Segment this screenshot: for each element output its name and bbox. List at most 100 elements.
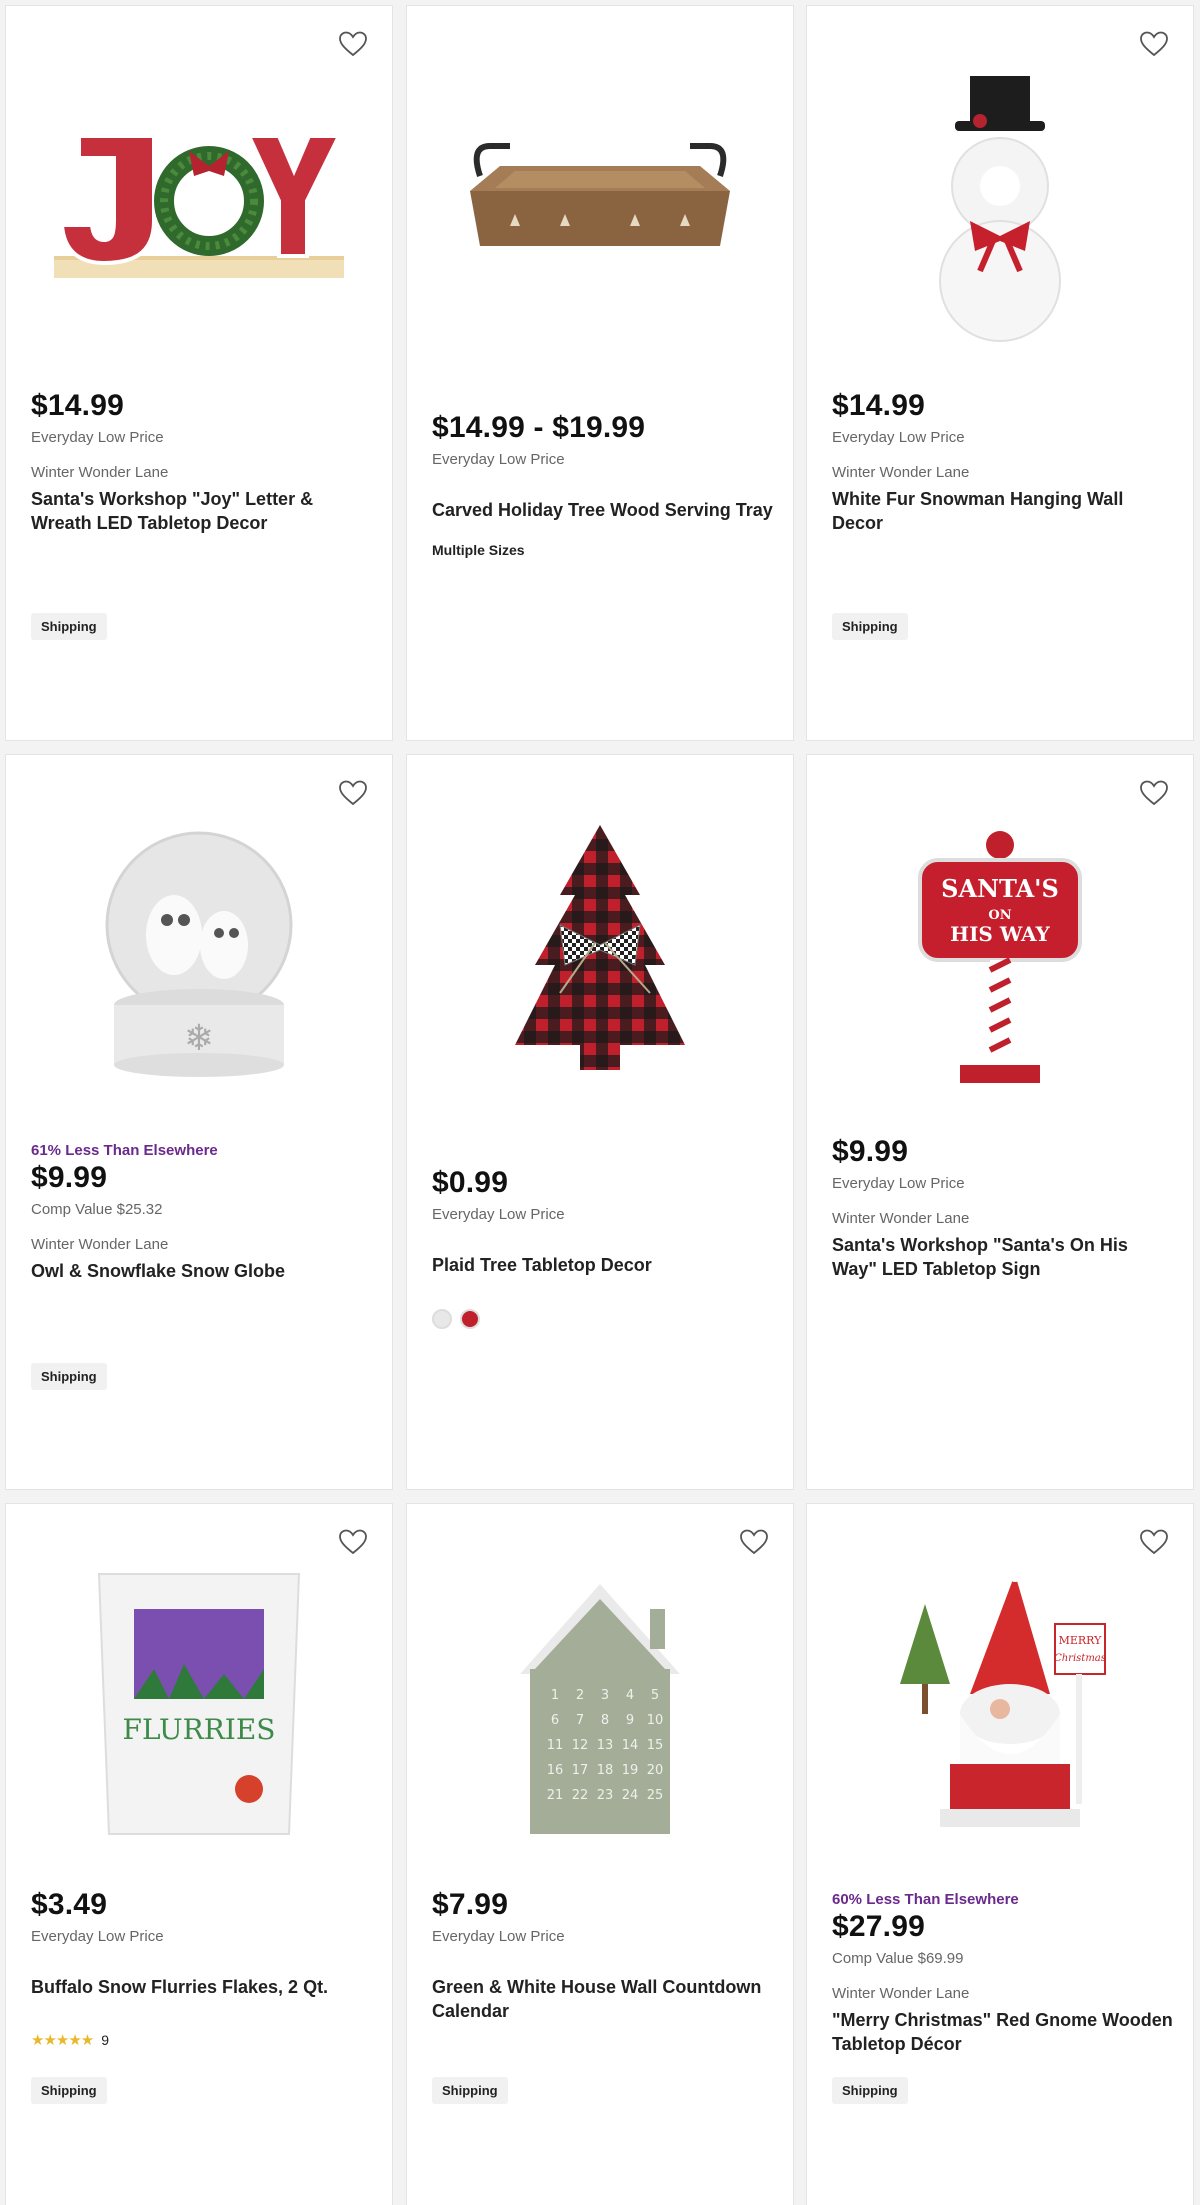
product-brand: Winter Wonder Lane xyxy=(31,464,169,481)
price-label: Everyday Low Price xyxy=(832,429,965,446)
gnome-sign-text: Christmas xyxy=(1054,1653,1106,1664)
gnome-image[interactable]: MERRY Christmas xyxy=(827,1554,1173,1854)
sign-text: ON xyxy=(988,908,1011,923)
product-card[interactable]: 12345 6 7 8 9 10 11 12 13 14 15 16 17 18 19 20 21 22 2… xyxy=(406,1503,794,2205)
product-price: $9.99 xyxy=(31,1161,108,1194)
svg-text:12: 12 xyxy=(572,1738,589,1753)
product-card[interactable]: MERRY Christmas 60% Less Than Elsewhere … xyxy=(806,1503,1194,2205)
svg-text:17: 17 xyxy=(572,1763,589,1778)
svg-text:21: 21 xyxy=(547,1788,564,1803)
product-card[interactable]: SANTA'S ON HIS WAY $9.99 Everyday Low Pr… xyxy=(806,754,1194,1490)
product-card[interactable]: $14.99 - $19.99 Everyday Low Price Carve… xyxy=(406,5,794,741)
product-grid: $14.99 Everyday Low Price Winter Wonder … xyxy=(0,0,1200,2205)
shipping-badge: Shipping xyxy=(432,2077,508,2104)
svg-text:23: 23 xyxy=(597,1788,614,1803)
product-title[interactable]: "Merry Christmas" Red Gnome Wooden Table… xyxy=(832,2008,1173,2056)
price-label: Everyday Low Price xyxy=(432,451,565,468)
svg-text:11: 11 xyxy=(547,1738,564,1753)
svg-text:❄: ❄ xyxy=(184,1018,214,1059)
comp-value-label: Comp Value $69.99 xyxy=(832,1950,964,1967)
rating[interactable]: ★★★★★ 9 xyxy=(31,2031,372,2049)
product-price: $9.99 xyxy=(832,1135,909,1168)
product-title[interactable]: Buffalo Snow Flurries Flakes, 2 Qt. xyxy=(31,1975,372,1999)
santa-sign-image[interactable]: SANTA'S ON HIS WAY xyxy=(827,805,1173,1105)
heart-icon[interactable] xyxy=(1139,779,1169,807)
product-card[interactable]: $14.99 Everyday Low Price Winter Wonder … xyxy=(806,5,1194,741)
svg-text:13: 13 xyxy=(597,1738,614,1753)
svg-text:1: 1 xyxy=(551,1688,559,1703)
price-label: Everyday Low Price xyxy=(432,1206,565,1223)
product-title[interactable]: Santa's Workshop "Joy" Letter & Wreath L… xyxy=(31,487,372,535)
snowman-wreath-image[interactable] xyxy=(827,56,1173,356)
multiple-sizes-label: Multiple Sizes xyxy=(432,542,525,558)
product-title[interactable]: Carved Holiday Tree Wood Serving Tray xyxy=(432,498,773,522)
product-card[interactable]: $14.99 Everyday Low Price Winter Wonder … xyxy=(5,5,393,741)
product-price: $7.99 xyxy=(432,1888,509,1921)
product-price: $14.99 - $19.99 xyxy=(432,411,646,444)
product-price: $14.99 xyxy=(31,389,124,422)
product-info: $14.99 Everyday Low Price Winter Wonder … xyxy=(832,389,1173,535)
product-price: $27.99 xyxy=(832,1910,925,1943)
svg-text:4: 4 xyxy=(626,1688,634,1703)
product-brand: Winter Wonder Lane xyxy=(832,464,970,481)
svg-text:24: 24 xyxy=(622,1788,639,1803)
svg-text:3: 3 xyxy=(601,1688,609,1703)
svg-text:18: 18 xyxy=(597,1763,614,1778)
snow-globe-image[interactable]: ❄ xyxy=(26,805,372,1105)
heart-icon[interactable] xyxy=(1139,30,1169,58)
svg-text:15: 15 xyxy=(647,1738,664,1753)
product-info: $0.99 Everyday Low Price Plaid Tree Tabl… xyxy=(432,1166,773,1329)
product-info: $14.99 Everyday Low Price Winter Wonder … xyxy=(31,389,372,535)
snow-bag-image[interactable]: FLURRIES xyxy=(26,1554,372,1854)
comp-value-label: Comp Value $25.32 xyxy=(31,1201,163,1218)
advent-house-image[interactable]: 12345 6 7 8 9 10 11 12 13 14 15 16 17 18 19 20 21 22 2… xyxy=(427,1554,773,1854)
product-price: $3.49 xyxy=(31,1888,108,1921)
heart-icon[interactable] xyxy=(338,1528,368,1556)
product-card[interactable]: $0.99 Everyday Low Price Plaid Tree Tabl… xyxy=(406,754,794,1490)
product-info: 60% Less Than Elsewhere $27.99 Comp Valu… xyxy=(832,1891,1173,2056)
product-title[interactable]: Plaid Tree Tabletop Decor xyxy=(432,1253,773,1277)
svg-text:20: 20 xyxy=(647,1763,664,1778)
product-title[interactable]: Green & White House Wall Countdown Calen… xyxy=(432,1975,773,2023)
product-card[interactable]: FLURRIES $3.49 Everyday Low Price Buffal… xyxy=(5,1503,393,2205)
shipping-badge: Shipping xyxy=(31,2077,107,2104)
svg-text:9: 9 xyxy=(626,1713,634,1728)
promo-label: 61% Less Than Elsewhere xyxy=(31,1142,218,1159)
heart-icon[interactable] xyxy=(338,779,368,807)
svg-text:8: 8 xyxy=(601,1713,609,1728)
svg-text:22: 22 xyxy=(572,1788,589,1803)
svg-text:16: 16 xyxy=(547,1763,564,1778)
svg-text:10: 10 xyxy=(647,1713,664,1728)
product-info: 61% Less Than Elsewhere $9.99 Comp Value… xyxy=(31,1142,372,1283)
sign-text: HIS WAY xyxy=(950,922,1050,946)
product-title[interactable]: Santa's Workshop "Santa's On His Way" LE… xyxy=(832,1233,1173,1281)
plaid-tree-image[interactable] xyxy=(427,805,773,1105)
heart-icon[interactable] xyxy=(1139,1528,1169,1556)
shipping-badge: Shipping xyxy=(832,613,908,640)
heart-icon[interactable] xyxy=(739,1528,769,1556)
svg-text:2: 2 xyxy=(576,1688,584,1703)
product-price: $0.99 xyxy=(432,1166,509,1199)
price-label: Everyday Low Price xyxy=(432,1928,565,1945)
product-card[interactable]: ❄ 61% Less Than Elsewhere $9.99 Comp Val… xyxy=(5,754,393,1490)
product-title[interactable]: Owl & Snowflake Snow Globe xyxy=(31,1259,372,1283)
product-brand: Winter Wonder Lane xyxy=(31,1236,169,1253)
svg-text:19: 19 xyxy=(622,1763,639,1778)
star-rating-icon: ★★★★★ xyxy=(31,2032,94,2049)
price-label: Everyday Low Price xyxy=(31,1928,164,1945)
joy-sign-image[interactable] xyxy=(26,56,372,356)
heart-icon[interactable] xyxy=(338,30,368,58)
product-price: $14.99 xyxy=(832,389,925,422)
product-title[interactable]: White Fur Snowman Hanging Wall Decor xyxy=(832,487,1173,535)
svg-text:5: 5 xyxy=(651,1688,659,1703)
swatch-white[interactable] xyxy=(432,1309,452,1329)
product-info: $14.99 - $19.99 Everyday Low Price Carve… xyxy=(432,411,773,558)
promo-label: 60% Less Than Elsewhere xyxy=(832,1891,1019,1908)
wood-tray-image[interactable] xyxy=(427,56,773,356)
svg-text:6: 6 xyxy=(551,1713,559,1728)
swatch-red[interactable] xyxy=(460,1309,480,1329)
price-label: Everyday Low Price xyxy=(31,429,164,446)
product-info: $9.99 Everyday Low Price Winter Wonder L… xyxy=(832,1135,1173,1281)
rating-count: 9 xyxy=(101,2032,110,2048)
sign-text: SANTA'S xyxy=(941,874,1059,903)
